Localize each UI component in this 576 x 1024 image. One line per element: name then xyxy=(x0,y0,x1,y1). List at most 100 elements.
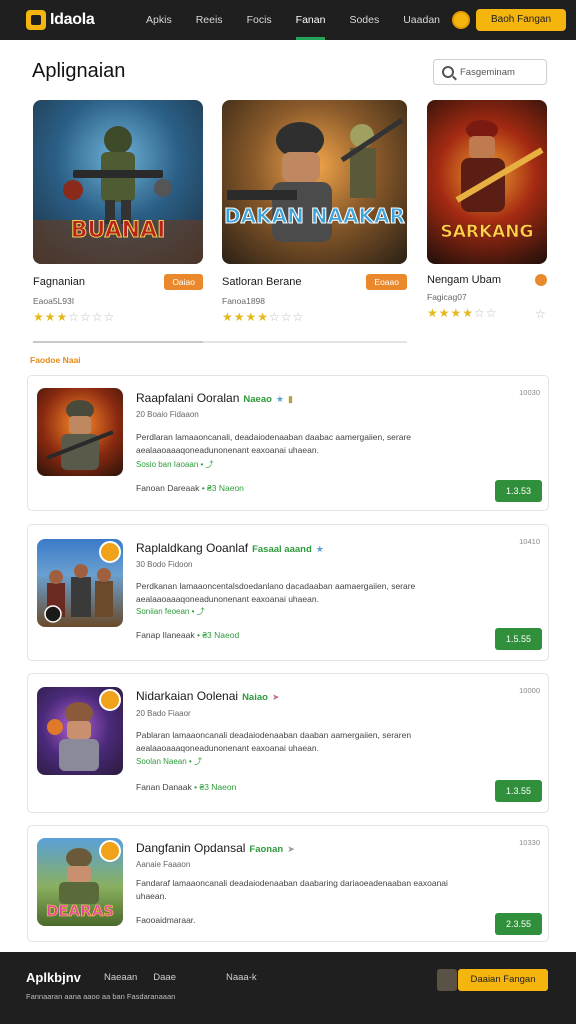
nav-item-2[interactable]: Reeis xyxy=(184,0,235,40)
app-title-2: Raplaldkang Ooanlaf Fasaal aaand ★ xyxy=(136,541,324,555)
featured-image-2-title: DAKAN NAAKAR xyxy=(224,204,406,229)
top-navigation-bar: Idaola Apkis Reeis Focis Fanan Sodes Uaa… xyxy=(0,0,576,40)
app-footer-4: Faooaidmaraar. xyxy=(136,915,196,925)
verified-icon: ★ xyxy=(275,394,284,404)
app-list-card-3[interactable]: Nidarkaian Oolenai Naiao ➤ 10000 20 Bado F… xyxy=(27,673,549,813)
featured-card-3[interactable]: SARKANG Nengam Ubam Fagicag07 ★★★★☆☆ xyxy=(427,100,547,320)
featured-image-3[interactable]: SARKANG xyxy=(427,100,547,264)
search-box[interactable]: Fasgeminam xyxy=(433,59,547,85)
app-tag-2: Fasaal aaand xyxy=(252,544,312,555)
app-list-card-2[interactable]: Raplaldkang Ooanlaf Fasaal aaand ★ 10410 3… xyxy=(27,524,549,661)
featured-title-1: Fagnanian xyxy=(33,276,85,288)
featured-image-3-title: SARKANG xyxy=(440,222,534,243)
footer-cta-button[interactable]: Daaian Fangan xyxy=(458,969,548,991)
app-list-card-4[interactable]: DEARAS Dangfanin Opdansal Faonan ➤ 10330 A… xyxy=(27,825,549,942)
app-link-1[interactable]: Sosio ban Iaoaan • ⤴ xyxy=(136,459,214,470)
category-badge-icon xyxy=(99,840,121,862)
nav-item-3[interactable]: Focis xyxy=(235,0,284,40)
pin-icon: ➤ xyxy=(271,692,280,702)
featured-title-2: Satloran Berane xyxy=(222,276,302,288)
rating-stars-2: ★★★★☆☆☆ xyxy=(222,310,305,324)
nav-item-5[interactable]: Sodes xyxy=(337,0,391,40)
app-description-2: Perdkanan lamaaoncentalsdoedanlano dacad… xyxy=(136,581,416,604)
app-meta-1: 20 Boaio Fidaaon xyxy=(136,410,199,419)
header-cta-button[interactable]: Baoh Fangan xyxy=(476,9,566,31)
nav-item-6[interactable]: Uaadan xyxy=(391,0,452,40)
install-button-3[interactable]: 1.3.55 xyxy=(495,780,542,802)
logo-icon xyxy=(26,10,46,30)
app-thumbnail-2[interactable] xyxy=(37,539,123,627)
app-date-4: 10330 xyxy=(519,838,540,847)
logo[interactable]: Idaola xyxy=(26,10,124,30)
featured-card-2[interactable]: DAKAN NAAKAR Satloran Berane Eoaao Fanoa… xyxy=(222,100,407,324)
carousel-scrollbar-thumb[interactable] xyxy=(33,341,203,343)
featured-subtitle-1: Eaoa5L93I xyxy=(33,296,75,306)
app-thumbnail-4[interactable]: DEARAS xyxy=(37,838,123,926)
app-meta-2: 30 Bodo Fidoon xyxy=(136,560,193,569)
featured-title-3: Nengam Ubam xyxy=(427,274,501,286)
nav-item-4-active[interactable]: Fanan xyxy=(284,0,338,40)
app-footer-2: Fanap Ilaneaak • ₴3 Naeod xyxy=(136,630,240,640)
footer-links: Naeaan Daae Naaa-k xyxy=(104,972,257,983)
featured-subtitle-2: Fanoa1898 xyxy=(222,296,266,306)
featured-image-2[interactable]: DAKAN NAAKAR xyxy=(222,100,407,264)
app-tag-4: Faonan xyxy=(249,844,284,855)
app-date-3: 10000 xyxy=(519,686,540,695)
main-nav: Apkis Reeis Focis Fanan Sodes Uaadan xyxy=(134,0,452,40)
category-badge-icon xyxy=(99,689,121,711)
footer-app-icon[interactable] xyxy=(437,969,457,991)
featured-badge-1[interactable]: Oaiao xyxy=(164,274,203,290)
pin-icon: ➤ xyxy=(287,844,295,854)
app-title-3: Nidarkaian Oolenai Naiao ➤ xyxy=(136,689,280,703)
logo-text: Idaola xyxy=(50,11,95,28)
app-description-3: Pablaran lamaaoncanali deadaiodenaaban d… xyxy=(136,730,412,753)
featured-badge-3-icon[interactable] xyxy=(535,274,547,286)
install-button-4[interactable]: 2.3.55 xyxy=(495,913,542,935)
app-link-3[interactable]: Soolan Naean • ⤴ xyxy=(136,756,202,767)
app-date-1: 10030 xyxy=(519,388,540,397)
app-thumbnail-1[interactable] xyxy=(37,388,123,476)
footer-link-1[interactable]: Naeaan xyxy=(104,972,137,983)
category-badge-icon xyxy=(99,541,121,563)
soldier-thumbnail-icon xyxy=(46,400,114,470)
app-list-card-1[interactable]: Raapfalani Ooralan Naeao ★ ▮ 10030 20 Boaio… xyxy=(27,375,549,511)
rating-stars-3: ★★★★☆☆ xyxy=(427,306,498,320)
app-meta-3: 20 Bado Fiaaor xyxy=(136,709,191,718)
featured-image-1-title: BUANAI xyxy=(70,218,166,244)
page-title: Aplignaian xyxy=(32,60,126,82)
install-button-1[interactable]: 1.3.53 xyxy=(495,480,542,502)
footer-brand[interactable]: Aplkbjnv xyxy=(26,970,81,985)
app-link-2[interactable]: Soniian feoean • ⤴ xyxy=(136,606,205,617)
app-thumbnail-3[interactable] xyxy=(37,687,123,775)
rating-stars-1: ★★★☆☆☆☆ xyxy=(33,310,116,324)
nav-item-1[interactable]: Apkis xyxy=(134,0,184,40)
featured-image-1[interactable]: BUANAI xyxy=(33,100,203,264)
search-input[interactable]: Fasgeminam xyxy=(460,67,515,78)
app-footer-1: Fanoan Dareaak • ₴3 Naeon xyxy=(136,483,244,493)
app-date-2: 10410 xyxy=(519,537,540,546)
app-footer-3: Fanan Danaak • ₴3 Naeon xyxy=(136,782,237,792)
app-meta-4: Aanaie Faaaon xyxy=(136,860,191,869)
app-title-4: Dangfanin Opdansal Faonan ➤ xyxy=(136,841,295,855)
featured-subtitle-3: Fagicag07 xyxy=(427,292,467,302)
soldier-artwork-icon xyxy=(227,117,404,242)
search-icon xyxy=(442,66,454,78)
footer-link-3[interactable]: Naaa-k xyxy=(226,972,257,983)
app-tag-1: Naeao xyxy=(243,394,272,405)
section-label: Faodoe Naai xyxy=(30,355,81,365)
footer-note: Fannaaran aana aaoo aa ban Fasdaranaaan xyxy=(26,992,176,1001)
featured-badge-2[interactable]: Eoaao xyxy=(366,274,407,290)
star-icon[interactable]: ☆ xyxy=(535,307,546,321)
app-tag-3: Naiao xyxy=(242,692,268,703)
footer-link-2[interactable]: Daae xyxy=(153,972,176,983)
app-description-4: Fandaraf lamaaoncanali deadaiodenaaban d… xyxy=(136,878,448,901)
flag-icon: ▮ xyxy=(288,394,293,404)
app-description-1: Perdlaran lamaaoncanali, deadaiodenaaban… xyxy=(136,432,412,455)
svg-text:DEARAS: DEARAS xyxy=(46,902,114,920)
featured-card-1[interactable]: BUANAI Fagnanian Oaiao Eaoa5L93I ★★★☆☆☆☆ xyxy=(33,100,203,324)
verified-icon: ★ xyxy=(315,544,324,554)
user-avatar-icon[interactable] xyxy=(452,11,470,29)
app-title-1: Raapfalani Ooralan Naeao ★ ▮ xyxy=(136,391,293,405)
install-button-2[interactable]: 1.5.55 xyxy=(495,628,542,650)
top-right-actions: Baoh Fangan xyxy=(452,9,566,31)
